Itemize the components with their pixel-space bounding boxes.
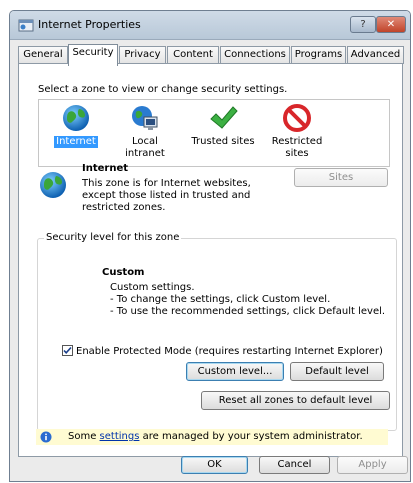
tab-programs[interactable]: Programs	[291, 46, 346, 64]
admin-info-bar: Some settings are managed by your system…	[36, 429, 388, 445]
zone-trusted-sites[interactable]: Trusted sites	[189, 103, 257, 148]
sites-button[interactable]: Sites	[294, 168, 388, 187]
settings-link[interactable]: settings	[100, 431, 140, 442]
zone-internet[interactable]: Internet	[51, 103, 101, 148]
checkmark-icon	[210, 106, 238, 129]
info-prefix: Some	[68, 431, 100, 442]
selected-zone-title: Internet	[82, 163, 129, 174]
window-title: Internet Properties	[38, 18, 141, 31]
close-button[interactable]: ✕	[376, 16, 406, 33]
zone-label: Trusted sites	[191, 136, 255, 147]
help-button[interactable]: ?	[350, 16, 376, 33]
tab-general[interactable]: General	[18, 46, 68, 64]
restricted-icon	[283, 104, 311, 132]
check-icon	[63, 346, 72, 354]
tab-advanced[interactable]: Advanced	[347, 46, 404, 64]
zone-local-intranet[interactable]: Local intranet	[109, 103, 181, 160]
admin-info-text: Some settings are managed by your system…	[68, 429, 363, 445]
ok-button[interactable]: OK	[181, 456, 248, 474]
reset-all-zones-button[interactable]: Reset all zones to default level	[201, 391, 390, 410]
zone-prompt: Select a zone to view or change security…	[38, 84, 288, 95]
apply-button[interactable]: Apply	[337, 456, 408, 474]
security-level-line: Custom settings.	[110, 282, 195, 293]
zone-label: Local intranet	[125, 136, 165, 159]
custom-level-button[interactable]: Custom level...	[186, 362, 284, 381]
tab-strip: General Security Privacy Content Connect…	[18, 44, 404, 66]
globe-icon	[40, 172, 66, 198]
cancel-button[interactable]: Cancel	[259, 456, 330, 474]
protected-mode-label: Enable Protected Mode (requires restarti…	[76, 346, 383, 357]
protected-mode-checkbox[interactable]	[62, 345, 73, 356]
zone-list: Internet Local intranet Trusted sites Re…	[38, 99, 390, 167]
zone-label: Internet	[54, 136, 98, 148]
protected-mode-row[interactable]: Enable Protected Mode (requires restarti…	[62, 345, 383, 357]
info-icon	[40, 431, 52, 443]
tab-content[interactable]: Content	[167, 46, 219, 64]
title-bar[interactable]: Internet Properties ? ✕	[10, 11, 410, 40]
zone-label-line1: Restricted	[271, 136, 323, 147]
security-level-title: Custom	[102, 267, 145, 278]
default-level-button[interactable]: Default level	[290, 362, 384, 381]
internet-options-icon	[18, 19, 34, 32]
security-level-label: Security level for this zone	[44, 232, 182, 243]
zone-label-line2: sites	[285, 148, 309, 159]
selected-zone-description: This zone is for Internet websites, exce…	[82, 178, 251, 213]
security-level-line: - To use the recommended settings, click…	[110, 306, 386, 317]
tab-security[interactable]: Security	[68, 44, 118, 66]
info-suffix: are managed by your system administrator…	[139, 431, 363, 442]
security-level-line: - To change the settings, click Custom l…	[110, 294, 331, 305]
intranet-icon	[132, 106, 158, 130]
tab-connections[interactable]: Connections	[220, 46, 290, 64]
zone-restricted-sites[interactable]: Restricted sites	[267, 103, 327, 160]
globe-icon	[63, 105, 89, 131]
tab-privacy[interactable]: Privacy	[119, 46, 166, 64]
